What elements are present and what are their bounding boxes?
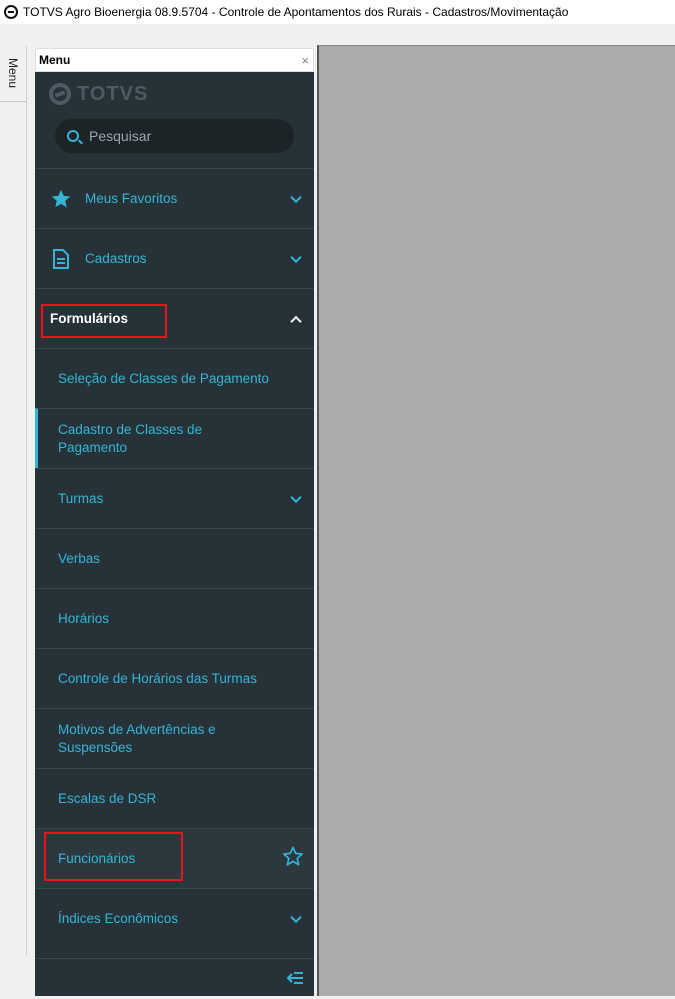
close-icon[interactable]: × — [301, 53, 309, 68]
chevron-down-icon — [290, 911, 302, 923]
totvs-logo: TOTVS — [35, 72, 314, 116]
menu-item-label: Índices Econômicos — [58, 910, 179, 926]
main-content-area — [317, 45, 675, 997]
window-title-bar: TOTVS Agro Bioenergia 08.9.5704 - Contro… — [0, 0, 675, 24]
search-box[interactable] — [55, 119, 294, 153]
menu-item-escalas-dsr[interactable]: Escalas de DSR — [35, 768, 314, 828]
menu-group-meus-favoritos[interactable]: Meus Favoritos — [35, 168, 314, 228]
menu-item-motivos-advertencias[interactable]: Motivos de Advertências e Suspensões — [35, 708, 314, 768]
menu-panel: Menu × TOTVS Meus Favoritos Cadastros Fo… — [35, 48, 314, 996]
menu-item-label: Controle de Horários das Turmas — [58, 670, 257, 686]
menu-group-cadastros[interactable]: Cadastros — [35, 228, 314, 288]
menu-item-label: Verbas — [58, 550, 101, 566]
menu-item-turmas[interactable]: Turmas — [35, 468, 314, 528]
menu-item-funcionarios[interactable]: Funcionários — [35, 828, 314, 888]
menu-item-label: Escalas de DSR — [58, 790, 157, 806]
menu-panel-title: Menu — [39, 53, 71, 67]
menu-item-indices-economicos[interactable]: Índices Econômicos — [35, 888, 314, 948]
menu-group-formularios[interactable]: Formulários — [35, 288, 314, 348]
menu-item-selecao-classes-pagamento[interactable]: Seleção de Classes de Pagamento — [35, 348, 314, 408]
menu-item-label: Funcionários — [58, 850, 136, 866]
document-icon — [50, 248, 72, 269]
chevron-down-icon — [290, 191, 302, 203]
chevron-down-icon — [290, 251, 302, 263]
menu-group-label: Formulários — [50, 310, 129, 326]
menu-group-label: Meus Favoritos — [85, 190, 178, 206]
menu-side-tab-label: Menu — [6, 58, 20, 89]
toolbar-strip — [0, 24, 675, 46]
chevron-down-icon — [290, 491, 302, 503]
menu-side-tab[interactable]: Menu — [0, 46, 26, 102]
totvs-logo-icon — [49, 83, 71, 105]
collapse-menu-icon[interactable] — [286, 971, 304, 990]
menu-item-label: Horários — [58, 610, 110, 626]
app-logo-icon — [4, 5, 18, 19]
menu-item-label: Seleção de Classes de Pagamento — [58, 370, 269, 386]
menu-item-label: Turmas — [58, 490, 104, 506]
chevron-up-icon — [290, 315, 302, 327]
search-input[interactable] — [89, 128, 269, 144]
menu-footer — [35, 958, 314, 996]
side-tab-bar: Menu — [0, 46, 27, 956]
window-title: TOTVS Agro Bioenergia 08.9.5704 - Contro… — [23, 5, 569, 19]
search-icon — [67, 130, 79, 142]
menu-item-horarios[interactable]: Horários — [35, 588, 314, 648]
search-container — [35, 116, 314, 168]
menu-item-label: Motivos de Advertências e Suspensões — [58, 721, 216, 755]
menu-item-verbas[interactable]: Verbas — [35, 528, 314, 588]
menu-item-label: Cadastro de Classes de Pagamento — [58, 421, 203, 455]
star-outline-icon[interactable] — [282, 845, 304, 872]
menu-group-label: Cadastros — [85, 250, 147, 266]
star-icon — [50, 188, 72, 210]
menu-item-cadastro-classes-pagamento[interactable]: Cadastro de Classes de Pagamento — [35, 408, 314, 468]
menu-panel-header: Menu × — [35, 48, 314, 72]
totvs-logo-text: TOTVS — [77, 82, 149, 105]
menu-item-controle-horarios-turmas[interactable]: Controle de Horários das Turmas — [35, 648, 314, 708]
